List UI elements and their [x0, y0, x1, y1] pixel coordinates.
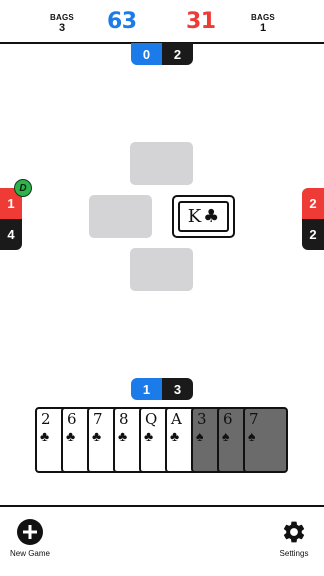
left-bags-value: 3 [58, 22, 66, 34]
club-suit-icon: ♣ [170, 428, 180, 444]
club-suit-icon: ♣ [144, 428, 154, 444]
south-bid: 1 [131, 378, 162, 400]
north-card-slot [130, 142, 193, 185]
settings-label: Settings [279, 549, 309, 558]
red-team-score: 31 [186, 9, 216, 34]
west-card-slot [89, 195, 152, 238]
scoreboard: BAGS 3 63 31 BAGS 1 [0, 0, 324, 44]
right-bags-value: 1 [259, 22, 267, 34]
club-suit-icon: ♣ [40, 428, 50, 444]
card-rank: 6 [67, 410, 77, 428]
east-played-card: K ♣ [172, 195, 235, 238]
east-tricks: 2 [302, 219, 324, 250]
club-suit-icon: ♣ [66, 428, 76, 444]
south-tricks: 3 [162, 378, 193, 400]
club-suit-icon: ♣ [203, 205, 220, 227]
hand-card[interactable]: 7 ♠ [243, 407, 288, 473]
card-rank: 7 [93, 410, 103, 428]
north-bid: 0 [131, 43, 162, 65]
played-card-face: K ♣ [178, 201, 229, 232]
west-bid-pill: 1 4 [0, 188, 22, 250]
card-rank: 7 [249, 410, 259, 428]
left-bags: BAGS 3 [42, 12, 82, 34]
gear-icon [283, 521, 305, 543]
card-rank: 2 [41, 410, 51, 428]
card-rank: Q [145, 410, 158, 428]
spade-suit-icon: ♠ [222, 428, 230, 444]
card-rank: 6 [223, 410, 233, 428]
dealer-badge: D [14, 179, 32, 197]
card-rank: A [171, 410, 182, 428]
south-bid-pill: 1 3 [131, 378, 193, 400]
west-tricks: 4 [0, 219, 22, 250]
east-bid: 2 [302, 188, 324, 219]
card-rank: 3 [197, 410, 207, 428]
north-tricks: 2 [162, 43, 193, 65]
player-hand: 2 ♣ 6 ♣ 7 ♣ 8 ♣ Q ♣ A ♣ 3 ♠ 6 ♠ 7 ♠ [0, 407, 324, 473]
south-card-slot [130, 248, 193, 291]
new-game-button[interactable]: New Game [8, 519, 52, 558]
blue-team-score: 63 [107, 9, 137, 34]
plus-circle-icon [17, 519, 43, 545]
right-bags: BAGS 1 [243, 12, 283, 34]
spade-suit-icon: ♠ [196, 428, 204, 444]
bottom-bar: New Game Settings [0, 505, 324, 576]
played-card-rank: K [187, 205, 202, 227]
club-suit-icon: ♣ [92, 428, 102, 444]
north-bid-pill: 0 2 [131, 43, 193, 65]
settings-button[interactable]: Settings [274, 519, 314, 558]
spade-suit-icon: ♠ [248, 428, 256, 444]
club-suit-icon: ♣ [118, 428, 128, 444]
east-bid-pill: 2 2 [302, 188, 324, 250]
new-game-label: New Game [9, 549, 50, 558]
card-rank: 8 [119, 410, 129, 428]
